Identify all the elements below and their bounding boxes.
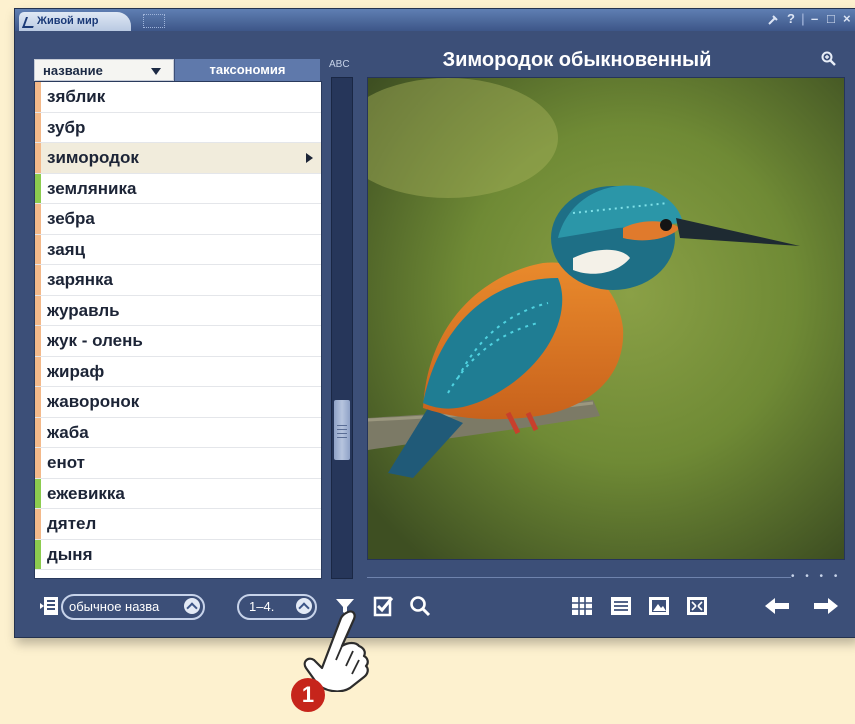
category-color-marker	[35, 539, 41, 569]
app-title: Живой мир	[37, 15, 99, 27]
zoom-in-icon[interactable]	[821, 51, 837, 67]
list-item-label: зарянка	[47, 270, 113, 289]
list-item-label: зубр	[47, 117, 86, 137]
list-item[interactable]: дыня	[35, 539, 321, 570]
title-bar: Живой мир ? | – □ ×	[15, 9, 855, 31]
taxonomy-tab[interactable]: таксономия	[175, 59, 320, 81]
table-view-icon[interactable]	[571, 596, 593, 616]
category-color-marker	[35, 509, 41, 539]
list-item[interactable]: зарянка	[35, 265, 321, 296]
list-item-label: зебра	[47, 209, 95, 228]
category-color-marker	[35, 295, 41, 325]
category-color-marker	[35, 326, 41, 356]
category-color-marker	[35, 143, 41, 173]
list-item-label: журавль	[47, 300, 120, 320]
image-pager[interactable]: • • • •	[791, 571, 841, 582]
sort-by-name-dropdown[interactable]: название	[34, 59, 174, 81]
list-item-label: зимородок	[47, 148, 139, 167]
category-color-marker	[35, 204, 41, 234]
app-window: Живой мир ? | – □ × название таксономия …	[14, 8, 855, 638]
close-button[interactable]: ×	[843, 11, 851, 26]
category-color-marker	[35, 82, 41, 112]
list-item[interactable]: ежевикка	[35, 478, 321, 509]
category-color-marker	[35, 234, 41, 264]
list-item[interactable]: жираф	[35, 356, 321, 387]
list-header: название таксономия	[34, 59, 320, 81]
range-label: 1–4.	[249, 599, 275, 614]
list-item-label: енот	[47, 453, 86, 472]
bottom-toolbar: обычное назва 1–4.	[15, 591, 855, 631]
list-item[interactable]: зебра	[35, 204, 321, 235]
list-item-label: жаворонок	[47, 392, 140, 411]
list-item-label: жираф	[47, 361, 105, 381]
image-view-icon[interactable]	[648, 596, 670, 616]
list-item-label: жук - олень	[47, 331, 143, 350]
category-color-marker	[35, 478, 41, 508]
name-mode-dropdown[interactable]: обычное назва	[61, 594, 205, 620]
app-logo-icon	[21, 17, 38, 28]
list-item[interactable]: земляника	[35, 173, 321, 204]
category-color-marker	[35, 173, 41, 203]
arrow-right-icon[interactable]	[813, 597, 839, 615]
kingfisher-photo	[367, 77, 845, 560]
category-color-marker	[35, 356, 41, 386]
list-item[interactable]: дятел	[35, 509, 321, 540]
category-color-marker	[35, 387, 41, 417]
list-item-label: дятел	[47, 514, 97, 533]
search-icon[interactable]	[409, 595, 431, 617]
category-color-marker	[35, 265, 41, 295]
list-item[interactable]: жук - олень	[35, 326, 321, 357]
help-button[interactable]: ?	[787, 11, 795, 26]
list-item-label: жаба	[47, 422, 89, 442]
viewer-title: Зимородок обыкновенный	[442, 49, 712, 71]
abc-label: ABC	[329, 59, 350, 70]
list-item-label: дыня	[47, 544, 93, 564]
minimize-button[interactable]: –	[811, 11, 818, 26]
list-item[interactable]: жаба	[35, 417, 321, 448]
category-color-marker	[35, 112, 41, 142]
arrow-left-icon[interactable]	[764, 597, 790, 615]
name-mode-label: обычное назва	[69, 599, 160, 614]
ctrl-separator: |	[801, 11, 805, 26]
list-item[interactable]: журавль	[35, 295, 321, 326]
tools-icon[interactable]	[767, 14, 779, 26]
list-item-label: ежевикка	[47, 483, 125, 503]
list-item[interactable]: зубр	[35, 112, 321, 143]
scrollbar-thumb[interactable]	[334, 400, 350, 460]
header-name-label: название	[43, 63, 103, 78]
category-color-marker	[35, 448, 41, 478]
list-item[interactable]: зяблик	[35, 82, 321, 113]
list-mode-icon[interactable]	[39, 595, 61, 617]
fullscreen-icon[interactable]	[686, 596, 708, 616]
grip-icon[interactable]	[143, 14, 165, 28]
expand-arrow-icon[interactable]	[306, 153, 313, 163]
list-item-label: зяблик	[47, 87, 106, 106]
category-color-marker	[35, 417, 41, 447]
list-item-label: земляника	[47, 178, 137, 198]
step-number-badge: 1	[291, 678, 325, 712]
viewer-divider	[367, 577, 791, 578]
list-item[interactable]: заяц	[35, 234, 321, 265]
chevron-up-icon	[184, 598, 200, 614]
list-item-label: заяц	[47, 239, 86, 259]
list-item[interactable]: жаворонок	[35, 387, 321, 418]
checklist-icon[interactable]	[373, 595, 395, 617]
list-scrollbar[interactable]	[331, 77, 353, 579]
list-item[interactable]: зимородок	[35, 143, 321, 174]
text-view-icon[interactable]	[610, 596, 632, 616]
dropdown-arrow-icon	[151, 68, 161, 75]
app-tab[interactable]: Живой мир	[19, 12, 131, 31]
list-item[interactable]: енот	[35, 448, 321, 479]
species-list: зяблик зубр зимородок земляника зебра заяц зар…	[34, 81, 322, 579]
maximize-button[interactable]: □	[827, 11, 835, 26]
